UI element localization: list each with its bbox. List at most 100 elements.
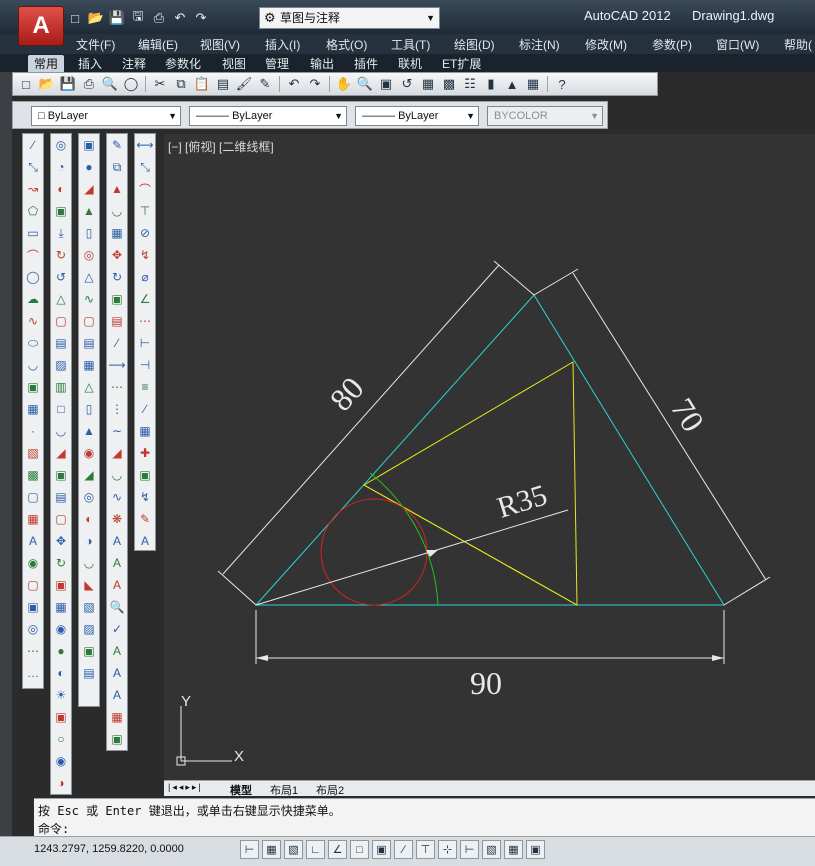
torus-icon[interactable]: ◎ — [79, 244, 99, 266]
flatshot-icon[interactable]: □ — [51, 398, 71, 420]
mesh-cylinder-icon[interactable]: ▯ — [79, 398, 99, 420]
menu-dimension[interactable]: 标注(N) — [519, 36, 560, 53]
material-icon[interactable]: ◐ — [51, 662, 71, 684]
sweep-icon[interactable]: ↻ — [51, 244, 71, 266]
open-icon[interactable]: 📂 — [38, 75, 56, 93]
globe-icon[interactable]: ◉ — [51, 750, 71, 772]
dim-text-edit-icon[interactable]: A — [135, 530, 155, 552]
boundary-icon[interactable]: ▢ — [23, 574, 43, 596]
wedge-icon[interactable]: ◢ — [79, 178, 99, 200]
angular-dim-icon[interactable]: ∠ — [135, 288, 155, 310]
command-prompt[interactable]: 命令: — [38, 820, 69, 837]
convert-space-icon[interactable]: ▦ — [107, 706, 127, 728]
arc-icon[interactable]: ⌒ — [23, 244, 43, 266]
workspace-dropdown[interactable]: ⚙ 草图与注释 ▼ — [259, 7, 440, 29]
uncrease-icon[interactable]: ◣ — [79, 574, 99, 596]
tab-view[interactable]: 视图 — [222, 55, 246, 72]
scale-text-icon[interactable]: A — [107, 662, 127, 684]
zoom-previous-icon[interactable]: ↺ — [398, 75, 416, 93]
mesh-sphere-icon[interactable]: ◉ — [79, 442, 99, 464]
box-icon[interactable]: ▣ — [79, 134, 99, 156]
subtract-icon[interactable]: ◔ — [51, 156, 71, 178]
polar-icon[interactable]: ∠ — [328, 840, 347, 859]
add-selected-icon[interactable]: ◉ — [23, 552, 43, 574]
edge-fillet-icon[interactable]: ◡ — [51, 420, 71, 442]
transparency-icon[interactable]: ▧ — [482, 840, 501, 859]
explode-icon[interactable]: ❋ — [107, 508, 127, 530]
ellipse-arc-icon[interactable]: ◡ — [23, 354, 43, 376]
paste-icon[interactable]: 📋 — [193, 75, 211, 93]
mesh-torus-icon[interactable]: ◎ — [79, 486, 99, 508]
tab-output[interactable]: 输出 — [310, 55, 334, 72]
osnap-icon[interactable]: □ — [350, 840, 369, 859]
match-properties-icon[interactable]: 🖌 — [235, 75, 253, 93]
imprint-icon[interactable]: ▣ — [51, 464, 71, 486]
loft-icon[interactable]: △ — [51, 288, 71, 310]
array-icon[interactable]: ▦ — [107, 222, 127, 244]
arc-length-icon[interactable]: ⌒ — [135, 178, 155, 200]
center-mark-icon[interactable]: ✚ — [135, 442, 155, 464]
mesh-box-icon[interactable]: ▦ — [79, 354, 99, 376]
3d-array-icon[interactable]: ▦ — [51, 596, 71, 618]
baseline-dim-icon[interactable]: ⊢ — [135, 332, 155, 354]
gradient-icon[interactable]: ▩ — [23, 464, 43, 486]
single-text-icon[interactable]: A — [107, 552, 127, 574]
menu-edit[interactable]: 编辑(E) — [138, 36, 178, 53]
jogged-dim-icon[interactable]: ↯ — [135, 244, 155, 266]
visual-style-icon[interactable]: ◉ — [51, 618, 71, 640]
chamfer-edge-icon[interactable]: ◢ — [51, 442, 71, 464]
publish-icon[interactable]: ◯ — [122, 75, 140, 93]
quickcalc-icon[interactable]: ▦ — [524, 75, 542, 93]
new-icon[interactable]: □ — [17, 75, 35, 93]
hatch-icon[interactable]: ▧ — [23, 442, 43, 464]
extrude-icon[interactable]: ▣ — [51, 200, 71, 222]
zoom-realtime-icon[interactable]: 🔍 — [356, 75, 374, 93]
presspull-icon[interactable]: ⤓ — [51, 222, 71, 244]
menu-window[interactable]: 窗口(W) — [716, 36, 759, 53]
move-icon[interactable]: ✥ — [107, 244, 127, 266]
split-face-icon[interactable]: ▧ — [79, 596, 99, 618]
point-icon[interactable]: · — [23, 420, 43, 442]
plot-icon[interactable]: ⎙ — [80, 75, 98, 93]
command-window[interactable]: 按 Esc 或 Enter 键退出，或单击右键显示快捷菜单。 命令: — [34, 798, 815, 836]
radius-dim-icon[interactable]: ⊘ — [135, 222, 155, 244]
menu-view[interactable]: 视图(V) — [200, 36, 240, 53]
sun-icon[interactable]: ☀ — [51, 684, 71, 706]
insert-block-icon[interactable]: ▣ — [23, 376, 43, 398]
mesh-pyramid-icon[interactable]: ▲ — [79, 420, 99, 442]
undo-icon[interactable]: ↶ — [171, 9, 189, 27]
markup-icon[interactable]: ▲ — [503, 75, 521, 93]
rectangle-icon[interactable]: ▭ — [23, 222, 43, 244]
save-as-icon[interactable]: 🖫 — [129, 8, 147, 27]
stretch-icon[interactable]: ▤ — [107, 310, 127, 332]
help-icon[interactable]: ? — [553, 75, 571, 93]
edit-block-icon[interactable]: ▣ — [107, 728, 127, 750]
jogged-linear-icon[interactable]: ↯ — [135, 486, 155, 508]
save-icon[interactable]: 💾 — [59, 75, 77, 93]
fillet-icon[interactable]: ◡ — [107, 464, 127, 486]
circle-icon[interactable]: ◯ — [23, 266, 43, 288]
polygon-icon[interactable]: ⬠ — [23, 200, 43, 222]
divide-icon[interactable]: ⋯ — [23, 640, 43, 662]
intersect-icon[interactable]: ◐ — [51, 178, 71, 200]
inspect-icon[interactable]: ▣ — [135, 464, 155, 486]
menu-file[interactable]: 文件(F) — [76, 36, 115, 53]
revolve-icon[interactable]: ↺ — [51, 266, 71, 288]
3d-move-icon[interactable]: ✥ — [51, 530, 71, 552]
donut-icon[interactable]: ◎ — [23, 618, 43, 640]
paste-block-icon[interactable]: ▤ — [214, 75, 232, 93]
zoom-window-icon[interactable]: ▣ — [377, 75, 395, 93]
pan-icon[interactable]: ✋ — [335, 75, 353, 93]
tool-palettes-icon[interactable]: ☷ — [461, 75, 479, 93]
extend-icon[interactable]: ⟶ — [107, 354, 127, 376]
plot-icon[interactable]: ⎙ — [150, 9, 168, 27]
grid-icon[interactable]: ▧ — [284, 840, 303, 859]
spell-check-icon[interactable]: ✓ — [107, 618, 127, 640]
redo-icon[interactable]: ↷ — [192, 9, 210, 27]
measure-icon[interactable]: … — [23, 662, 43, 684]
sheet-set-icon[interactable]: ▮ — [482, 75, 500, 93]
3d-rotate-icon[interactable]: ↻ — [51, 552, 71, 574]
otrack-icon[interactable]: ∕ — [394, 840, 413, 859]
thicken-icon[interactable]: ▤ — [51, 332, 71, 354]
block-editor-icon[interactable]: ✎ — [256, 75, 274, 93]
